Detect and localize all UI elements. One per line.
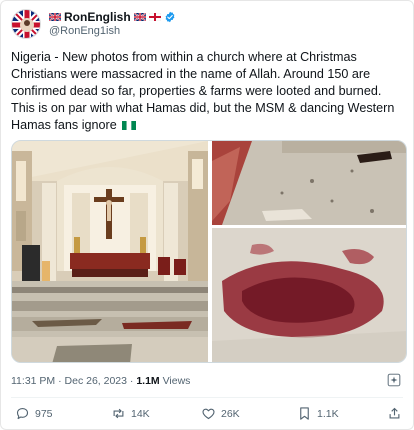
bookmark-button[interactable]: 1.1K	[297, 406, 339, 421]
verified-badge-icon[interactable]	[164, 11, 176, 23]
divider	[11, 397, 403, 398]
blood-stain-photo[interactable]	[212, 228, 407, 363]
church-interior-photo[interactable]	[12, 141, 208, 363]
action-bar: 975 14K 26K 1.1K	[15, 406, 405, 424]
repost-icon	[113, 408, 124, 419]
share-button[interactable]	[387, 406, 402, 421]
repost-count: 14K	[131, 407, 150, 420]
tweet-header: RonEnglish @RonEng1ish	[11, 9, 403, 41]
meta-separator: ·	[58, 375, 62, 387]
tweet-card: RonEnglish @RonEng1ish Nigeria - New pho…	[0, 0, 414, 430]
tweet-meta: 11:31 PM · Dec 26, 2023 · 1.1M Views	[11, 375, 190, 387]
bookmark-count: 1.1K	[317, 407, 339, 420]
avatar[interactable]	[11, 9, 41, 39]
tweet-media[interactable]	[11, 140, 407, 363]
meta-separator: ·	[129, 375, 134, 387]
reply-button[interactable]: 975	[15, 406, 53, 421]
share-icon	[389, 407, 400, 419]
uk-flag-icon	[133, 12, 146, 21]
repost-button[interactable]: 14K	[111, 406, 150, 421]
tweet-date[interactable]: Dec 26, 2023	[65, 375, 127, 387]
tweet-body: Nigeria - New photos from within a churc…	[11, 50, 395, 132]
views-label: Views	[162, 375, 191, 387]
display-name[interactable]: RonEnglish	[64, 10, 131, 24]
sparkle-icon[interactable]	[387, 373, 401, 387]
name-row: RonEnglish	[49, 9, 176, 24]
handle[interactable]: @RonEng1ish	[49, 25, 120, 37]
uk-flag-icon	[49, 12, 61, 21]
floor-debris-photo[interactable]	[212, 141, 407, 225]
bookmark-icon	[300, 407, 309, 420]
like-button[interactable]: 26K	[201, 406, 240, 421]
nigeria-flag-icon	[122, 121, 137, 130]
heart-icon	[202, 408, 215, 420]
reply-count: 975	[35, 407, 53, 420]
avatar-flag-icon	[12, 10, 40, 38]
reply-icon	[16, 407, 29, 420]
like-count: 26K	[221, 407, 240, 420]
england-flag-icon	[148, 12, 161, 21]
views-count: 1.1M	[136, 375, 160, 387]
tweet-text: Nigeria - New photos from within a churc…	[11, 49, 407, 134]
tweet-time[interactable]: 11:31 PM	[11, 375, 55, 387]
